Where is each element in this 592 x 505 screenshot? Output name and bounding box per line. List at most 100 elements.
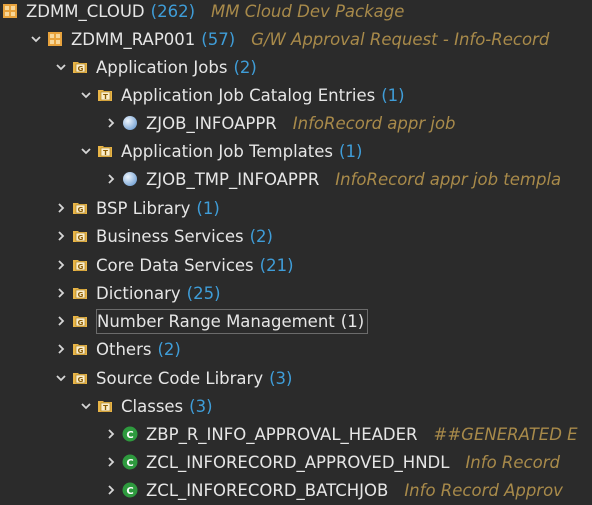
chevron-down-icon[interactable] — [50, 364, 72, 392]
node-label: Application Job Catalog Entries — [121, 85, 376, 105]
tree-node-job-catalog-entries[interactable]: T Application Job Catalog Entries (1) — [75, 81, 405, 109]
tree-node-source-code-library[interactable]: G Source Code Library (3) — [50, 364, 292, 392]
folder-g-icon: G — [72, 370, 88, 386]
svg-text:G: G — [78, 291, 84, 299]
chevron-right-icon[interactable] — [100, 448, 122, 476]
node-count: (21) — [259, 255, 294, 275]
tree-node-zjob-infoappr[interactable]: ZJOB_INFOAPPR InfoRecord appr job — [100, 109, 456, 137]
tree-node-zdmm-cloud[interactable]: ZDMM_CLOUD (262) MM Cloud Dev Package — [2, 0, 404, 25]
node-label: ZJOB_INFOAPPR — [146, 113, 277, 133]
tree-node-classes[interactable]: T Classes (3) — [75, 392, 213, 420]
tree-node-business-services[interactable]: G Business Services (2) — [50, 222, 273, 250]
svg-text:G: G — [78, 65, 84, 73]
class-icon: C — [122, 426, 138, 442]
node-label: Application Job Templates — [121, 141, 334, 161]
tree-node-bsp-library[interactable]: G BSP Library (1) — [50, 194, 220, 222]
tree-node-class-zcl-inforecord-approved-hndl[interactable]: C ZCL_INFORECORD_APPROVED_HNDL Info Reco… — [100, 448, 560, 476]
chevron-right-icon[interactable] — [100, 420, 122, 448]
node-label: ZJOB_TMP_INFOAPPR — [146, 169, 320, 189]
node-count: (2) — [233, 57, 257, 77]
node-description: InfoRecord appr job — [292, 113, 456, 133]
svg-text:G: G — [78, 234, 84, 242]
folder-g-icon: G — [72, 313, 88, 329]
tree-node-zdmm-rap001[interactable]: ZDMM_RAP001 (57) G/W Approval Request - … — [25, 25, 549, 53]
chevron-right-icon[interactable] — [100, 109, 122, 137]
focus-outline: Number Range Management (1) — [96, 308, 369, 334]
tree-node-zjob-tmp-infoappr[interactable]: ZJOB_TMP_INFOAPPR InfoRecord appr job te… — [100, 165, 561, 193]
folder-g-icon: G — [72, 228, 88, 244]
node-label: BSP Library — [96, 198, 191, 218]
folder-g-icon: G — [72, 285, 88, 301]
chevron-down-icon[interactable] — [75, 137, 97, 165]
tree-node-class-zcl-inforecord-batchjob[interactable]: C ZCL_INFORECORD_BATCHJOB Info Record Ap… — [100, 476, 563, 504]
svg-text:C: C — [126, 430, 133, 441]
job-icon — [122, 171, 138, 187]
node-count: (3) — [189, 396, 213, 416]
svg-text:T: T — [103, 149, 108, 157]
chevron-right-icon[interactable] — [50, 194, 72, 222]
svg-text:T: T — [103, 93, 108, 101]
node-label: Classes — [121, 396, 184, 416]
folder-t-icon: T — [97, 143, 113, 159]
tree-node-others[interactable]: G Others (2) — [50, 335, 181, 363]
node-count: (1) — [340, 311, 365, 331]
tree-node-number-range-management[interactable]: G Number Range Management (1) — [50, 307, 369, 335]
chevron-down-icon[interactable] — [50, 53, 72, 81]
node-count: (1) — [339, 141, 363, 161]
chevron-right-icon[interactable] — [100, 165, 122, 193]
chevron-down-icon[interactable] — [25, 25, 47, 53]
node-count: (2) — [249, 226, 273, 246]
tree-node-dictionary[interactable]: G Dictionary (25) — [50, 279, 221, 307]
folder-t-icon: T — [97, 87, 113, 103]
tree-node-application-jobs[interactable]: G Application Jobs (2) — [50, 53, 257, 81]
chevron-right-icon[interactable] — [50, 279, 72, 307]
node-description: ##GENERATED E — [433, 424, 578, 444]
node-count: (1) — [381, 85, 405, 105]
svg-text:G: G — [78, 319, 84, 327]
svg-text:G: G — [78, 347, 84, 355]
chevron-down-icon[interactable] — [75, 81, 97, 109]
svg-text:C: C — [126, 486, 133, 497]
node-count: (1) — [196, 198, 220, 218]
svg-text:T: T — [103, 404, 108, 412]
node-label: Dictionary — [96, 283, 181, 303]
node-count: (262) — [150, 1, 196, 21]
tree-node-core-data-services[interactable]: G Core Data Services (21) — [50, 251, 294, 279]
tree-node-class-zbp-r-info-approval-header[interactable]: C ZBP_R_INFO_APPROVAL_HEADER ##GENERATED… — [100, 420, 578, 448]
job-icon — [122, 115, 138, 131]
package-icon — [47, 31, 63, 47]
node-label: Others — [96, 339, 152, 359]
node-label: Number Range Management — [97, 311, 335, 331]
node-label: ZCL_INFORECORD_BATCHJOB — [146, 480, 389, 500]
chevron-right-icon[interactable] — [100, 476, 122, 504]
folder-g-icon: G — [72, 59, 88, 75]
node-description: InfoRecord appr job templa — [335, 169, 562, 189]
chevron-down-icon[interactable] — [75, 392, 97, 420]
folder-g-icon: G — [72, 257, 88, 273]
node-label: ZBP_R_INFO_APPROVAL_HEADER — [146, 424, 418, 444]
node-label: Source Code Library — [96, 368, 264, 388]
node-description: Info Record Approv — [404, 480, 563, 500]
folder-g-icon: G — [72, 200, 88, 216]
node-count: (2) — [157, 339, 181, 359]
svg-text:C: C — [126, 458, 133, 469]
folder-t-icon: T — [97, 398, 113, 414]
project-explorer-tree: ZDMM_CLOUD (262) MM Cloud Dev Package ZD… — [0, 0, 592, 505]
node-label: Core Data Services — [96, 255, 254, 275]
chevron-right-icon[interactable] — [50, 335, 72, 363]
folder-g-icon: G — [72, 341, 88, 357]
node-count: (3) — [269, 368, 293, 388]
chevron-right-icon[interactable] — [50, 251, 72, 279]
chevron-right-icon[interactable] — [50, 222, 72, 250]
node-label: Application Jobs — [96, 57, 228, 77]
node-count: (25) — [186, 283, 221, 303]
svg-text:G: G — [78, 376, 84, 384]
chevron-right-icon[interactable] — [50, 307, 72, 335]
class-icon: C — [122, 454, 138, 470]
node-label: Business Services — [96, 226, 244, 246]
class-icon: C — [122, 482, 138, 498]
tree-node-job-templates[interactable]: T Application Job Templates (1) — [75, 137, 362, 165]
svg-text:G: G — [78, 263, 84, 271]
node-description: G/W Approval Request - Info-Record — [251, 29, 550, 49]
node-label: ZDMM_CLOUD — [26, 1, 145, 21]
